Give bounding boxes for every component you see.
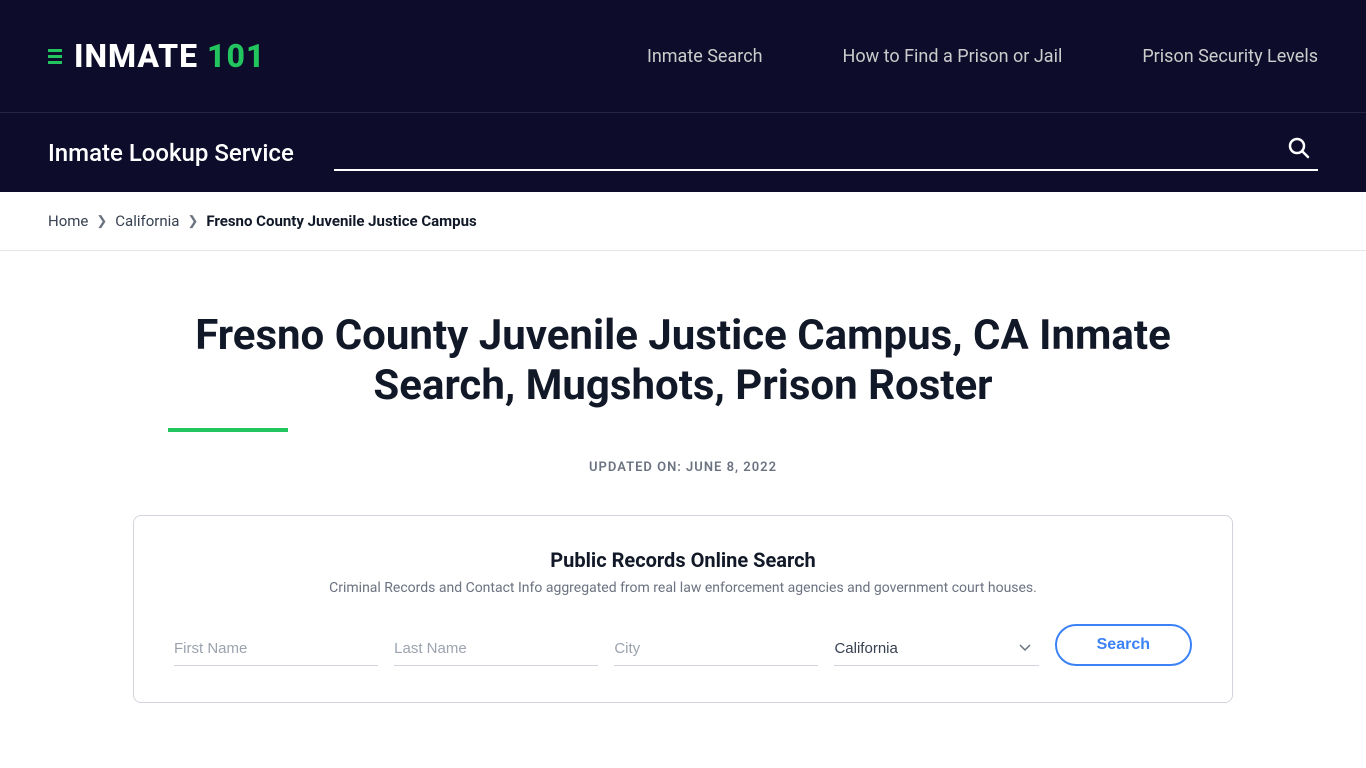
breadcrumb: Home ❯ California ❯ Fresno County Juveni…	[0, 192, 1366, 251]
search-button[interactable]: Search	[1055, 624, 1192, 666]
nav-security-levels[interactable]: Prison Security Levels	[1142, 46, 1318, 67]
records-search-subtitle: Criminal Records and Contact Info aggreg…	[174, 580, 1192, 596]
nav-links: Inmate Search How to Find a Prison or Ja…	[647, 46, 1318, 67]
city-field-group	[614, 632, 818, 666]
logo[interactable]: ⁣INMATE 101	[48, 37, 265, 75]
updated-label: UPDATED ON: JUNE 8, 2022	[48, 460, 1318, 475]
nav-find-prison[interactable]: How to Find a Prison or Jail	[843, 46, 1063, 67]
last-name-input[interactable]	[394, 632, 598, 666]
last-name-field-group	[394, 632, 598, 666]
logo-text: ⁣INMATE 101	[74, 37, 265, 75]
title-underline	[168, 428, 288, 432]
search-icon	[1286, 135, 1310, 159]
main-content: Fresno County Juvenile Justice Campus, C…	[0, 251, 1366, 743]
logo-icon	[48, 49, 62, 64]
city-input[interactable]	[614, 632, 818, 666]
breadcrumb-home[interactable]: Home	[48, 212, 88, 230]
search-bar-button[interactable]	[1278, 135, 1318, 165]
records-search-title: Public Records Online Search	[174, 548, 1192, 572]
page-title: Fresno County Juvenile Justice Campus, C…	[133, 311, 1233, 412]
search-bar: Inmate Lookup Service	[0, 112, 1366, 192]
state-select[interactable]: AlabamaAlaskaArizonaArkansasCaliforniaCo…	[834, 632, 1038, 666]
search-bar-input-wrap	[334, 135, 1318, 171]
first-name-input[interactable]	[174, 632, 378, 666]
breadcrumb-state[interactable]: California	[115, 212, 179, 230]
state-field-group: AlabamaAlaskaArizonaArkansasCaliforniaCo…	[834, 632, 1038, 666]
nav-inmate-search[interactable]: Inmate Search	[647, 46, 763, 67]
breadcrumb-sep-1: ❯	[96, 214, 107, 229]
first-name-field-group	[174, 632, 378, 666]
top-nav: ⁣INMATE 101 Inmate Search How to Find a …	[0, 0, 1366, 112]
search-bar-label: Inmate Lookup Service	[48, 139, 294, 167]
records-search-box: Public Records Online Search Criminal Re…	[133, 515, 1233, 703]
breadcrumb-current: Fresno County Juvenile Justice Campus	[206, 212, 476, 230]
records-search-fields: AlabamaAlaskaArizonaArkansasCaliforniaCo…	[174, 624, 1192, 666]
search-bar-input[interactable]	[334, 139, 1278, 160]
breadcrumb-sep-2: ❯	[187, 214, 198, 229]
